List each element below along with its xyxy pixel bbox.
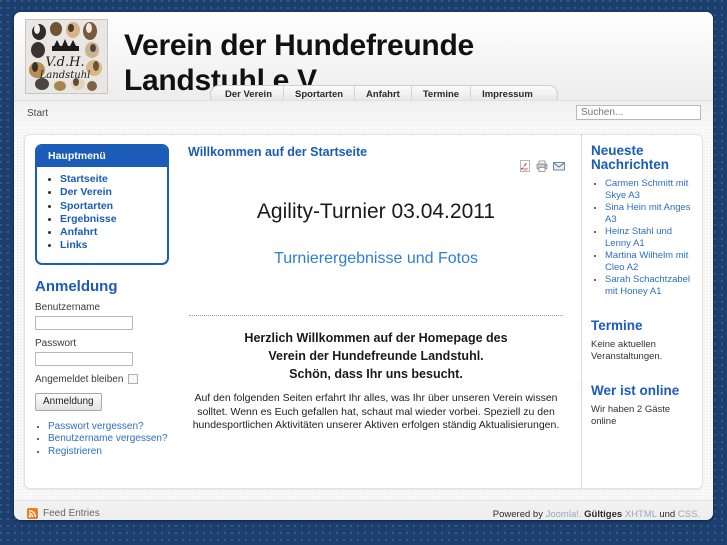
powered-prefix: Powered by xyxy=(492,509,543,520)
valid-label: Gültiges xyxy=(584,509,623,520)
site-header: V.d.H. Landstuhl Verein der Hundefreunde… xyxy=(14,12,713,104)
body-area: Hauptmenü Startseite Der Verein Sportart… xyxy=(14,127,713,500)
article-action-icons: PDF xyxy=(519,160,565,172)
site-logo[interactable]: V.d.H. Landstuhl xyxy=(25,19,108,94)
print-icon[interactable] xyxy=(536,160,548,172)
forgot-username-link[interactable]: Benutzername vergessen? xyxy=(48,433,169,446)
who-is-online-text: Wir haben 2 Gäste online xyxy=(591,404,671,427)
article-headline: Agility-Turnier 03.04.2011 xyxy=(256,200,496,223)
news-item[interactable]: Carmen Schmitt mit Skye A3 xyxy=(605,178,694,201)
latest-news-title: Neueste Nachrichten xyxy=(591,143,670,172)
news-item[interactable]: Sarah Schachtzabel mit Honey A1 xyxy=(605,274,694,297)
forgot-password-link[interactable]: Passwort vergessen? xyxy=(48,421,169,434)
main-menu-title: Hauptmenü xyxy=(37,146,167,167)
username-field[interactable] xyxy=(35,315,133,330)
sidebar-item-links[interactable]: Links xyxy=(60,240,167,252)
rss-icon xyxy=(27,508,38,519)
welcome-heading: Herzlich Willkommen auf der Homepage des… xyxy=(244,331,508,381)
page-title: Willkommen auf der Startseite xyxy=(188,145,368,159)
svg-text:PDF: PDF xyxy=(521,168,528,172)
right-sidebar: Neueste Nachrichten Carmen Schmitt mit S… xyxy=(582,135,702,488)
sidebar-item-sportarten[interactable]: Sportarten xyxy=(60,200,167,213)
site-footer: Feed Entries Powered by Joomla!. Gültige… xyxy=(14,500,713,520)
main-content: Willkommen auf der Startseite PDF Agilit… xyxy=(177,135,582,488)
sidebar-item-anfahrt[interactable]: Anfahrt xyxy=(60,226,167,239)
logo-image: V.d.H. Landstuhl xyxy=(26,20,105,91)
sidebar-item-der-verein[interactable]: Der Verein xyxy=(60,186,167,199)
breadcrumb-search-bar: Start xyxy=(14,100,713,127)
register-link[interactable]: Registrieren xyxy=(48,446,169,459)
password-label: Passwort xyxy=(35,337,77,349)
email-icon[interactable] xyxy=(553,160,565,172)
xhtml-link[interactable]: XHTML xyxy=(625,509,657,520)
news-item[interactable]: Sina Hein mit Anges A3 xyxy=(605,202,694,225)
events-title: Termine xyxy=(591,318,643,333)
sidebar-item-startseite[interactable]: Startseite xyxy=(60,173,167,186)
feed-entries-link[interactable]: Feed Entries xyxy=(27,508,100,519)
sidebar-item-ergebnisse[interactable]: Ergebnisse xyxy=(60,213,167,226)
svg-text:Landstuhl: Landstuhl xyxy=(39,70,91,81)
main-menu-list: Startseite Der Verein Sportarten Ergebni… xyxy=(37,167,167,263)
events-text: Keine aktuellen Veranstaltungen. xyxy=(591,339,663,362)
who-is-online-title: Wer ist online xyxy=(591,383,680,398)
main-menu-module: Hauptmenü Startseite Der Verein Sportart… xyxy=(35,144,169,265)
news-item[interactable]: Martina Wilhelm mit Cleo A2 xyxy=(605,250,694,273)
css-link[interactable]: CSS. xyxy=(678,509,700,520)
und-label: und xyxy=(659,509,676,520)
content-box: Hauptmenü Startseite Der Verein Sportart… xyxy=(24,134,703,489)
feed-entries-label: Feed Entries xyxy=(43,508,100,519)
joomla-link[interactable]: Joomla!. xyxy=(546,509,582,520)
breadcrumb[interactable]: Start xyxy=(27,108,48,119)
svg-text:V.d.H.: V.d.H. xyxy=(45,55,84,70)
article-sublink[interactable]: Turnierergebnisse und Fotos xyxy=(185,250,567,268)
powered-by-text: Powered by Joomla!. Gültiges XHTML und C… xyxy=(493,509,700,520)
page-wrapper: V.d.H. Landstuhl Verein der Hundefreunde… xyxy=(14,12,713,520)
news-item[interactable]: Heinz Stahl und Lenny A1 xyxy=(605,226,694,249)
login-links-list: Passwort vergessen? Benutzername vergess… xyxy=(35,421,169,459)
left-sidebar: Hauptmenü Startseite Der Verein Sportart… xyxy=(25,135,177,488)
username-label: Benutzername xyxy=(35,301,101,313)
content-divider xyxy=(189,315,563,316)
pdf-icon[interactable]: PDF xyxy=(519,160,531,172)
password-field[interactable] xyxy=(35,351,133,366)
login-submit-button[interactable]: Anmeldung xyxy=(35,392,102,411)
remember-me-label: Angemeldet bleiben xyxy=(35,373,124,385)
latest-news-list: Carmen Schmitt mit Skye A3 Sina Hein mit… xyxy=(591,178,694,297)
search-input[interactable] xyxy=(576,105,701,120)
login-title: Anmeldung xyxy=(35,277,118,295)
remember-me-row: Angemeldet bleiben xyxy=(35,374,169,385)
welcome-paragraph: Auf den folgenden Seiten erfahrt Ihr all… xyxy=(192,392,560,431)
remember-me-checkbox[interactable] xyxy=(128,374,139,385)
